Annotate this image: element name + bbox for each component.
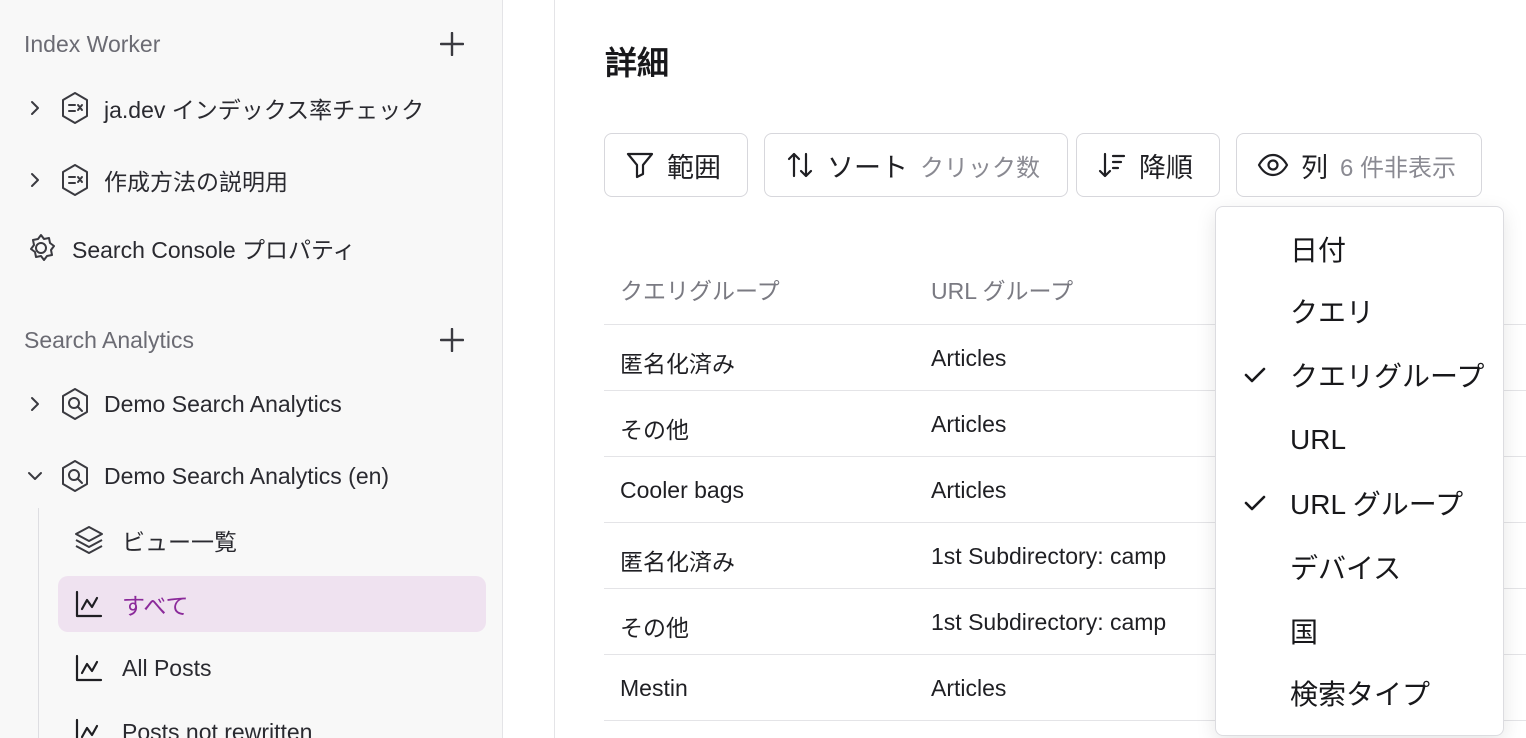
sidebar-item-views[interactable]: ビュー一覧 bbox=[72, 518, 237, 562]
chevron-down-icon[interactable] bbox=[24, 465, 46, 487]
column-header-url-group[interactable]: URL グループ bbox=[931, 272, 1073, 306]
sidebar-item-label: All Posts bbox=[122, 654, 212, 681]
cell-query-group: その他 bbox=[620, 417, 689, 443]
columns-button[interactable]: 列 6 件非表示 bbox=[1236, 133, 1482, 197]
range-label: 範囲 bbox=[667, 152, 721, 183]
menu-item-label: 検索タイプ bbox=[1290, 679, 1431, 710]
menu-item-label: クエリグループ bbox=[1290, 361, 1485, 392]
cell-url-group: Articles bbox=[931, 675, 1007, 701]
column-header-query-group[interactable]: クエリグループ bbox=[620, 272, 780, 306]
menu-item-query[interactable]: クエリ bbox=[1216, 281, 1503, 341]
chevron-right-icon[interactable] bbox=[24, 169, 46, 191]
menu-item-query-group[interactable]: クエリグループ bbox=[1216, 345, 1503, 405]
hidden-count: 6 件非表示 bbox=[1340, 154, 1457, 182]
check-icon bbox=[1216, 494, 1290, 512]
sort-descending-icon bbox=[1097, 150, 1127, 180]
eye-icon bbox=[1257, 150, 1289, 180]
sort-value: クリック数 bbox=[920, 154, 1040, 182]
filter-icon bbox=[625, 150, 655, 180]
search-analytics-icon bbox=[58, 459, 92, 493]
search-analytics-header: Search Analytics bbox=[24, 320, 466, 360]
menu-item-label: URL bbox=[1290, 424, 1347, 455]
cell-url-group: 1st Subdirectory: camp bbox=[931, 609, 1167, 635]
main-divider bbox=[554, 0, 555, 738]
search-analytics-title: Search Analytics bbox=[24, 326, 195, 353]
cell-url-group: 1st Subdirectory: camp bbox=[931, 543, 1167, 569]
cell-query-group: 匿名化済み bbox=[620, 549, 735, 575]
sidebar-item-search-console[interactable]: Search Console プロパティ bbox=[24, 226, 356, 270]
sort-arrows-icon bbox=[785, 150, 815, 180]
sidebar-item-label: Demo Search Analytics bbox=[104, 390, 342, 417]
columns-label: 列 bbox=[1301, 152, 1328, 183]
plus-icon bbox=[440, 32, 464, 56]
menu-item-date[interactable]: 日付 bbox=[1216, 219, 1503, 279]
search-analytics-icon bbox=[58, 387, 92, 421]
order-button[interactable]: 降順 bbox=[1076, 133, 1220, 197]
sidebar-item-label: ja.dev インデックス率チェック bbox=[104, 97, 425, 123]
range-button[interactable]: 範囲 bbox=[604, 133, 748, 197]
sidebar-item-demo-sa-en[interactable]: Demo Search Analytics (en) bbox=[24, 454, 389, 498]
menu-item-label: デバイス bbox=[1290, 553, 1402, 584]
sidebar: Index Worker ja.dev インデックス率チェック 作成方法の説明用… bbox=[0, 0, 503, 738]
cell-query-group: Mestin bbox=[620, 675, 688, 701]
cell-url-group: Articles bbox=[931, 345, 1007, 371]
menu-item-country[interactable]: 国 bbox=[1216, 601, 1503, 661]
check-icon bbox=[1216, 366, 1290, 384]
sort-label: ソート bbox=[827, 152, 908, 183]
sidebar-item-label: ビュー一覧 bbox=[122, 529, 237, 555]
add-search-analytics-button[interactable] bbox=[438, 326, 466, 354]
index-check-icon bbox=[58, 91, 92, 125]
menu-item-url-group[interactable]: URL グループ bbox=[1216, 473, 1503, 533]
sidebar-item-demo-sa[interactable]: Demo Search Analytics bbox=[24, 382, 342, 426]
menu-item-label: 国 bbox=[1290, 617, 1319, 648]
chevron-right-icon[interactable] bbox=[24, 393, 46, 415]
cell-url-group: Articles bbox=[931, 411, 1007, 437]
menu-item-label: URL グループ bbox=[1290, 489, 1464, 520]
line-chart-icon bbox=[72, 587, 106, 621]
sidebar-item-label: Demo Search Analytics (en) bbox=[104, 462, 390, 489]
sidebar-item-howto[interactable]: 作成方法の説明用 bbox=[24, 158, 288, 202]
sidebar-item-all-posts[interactable]: All Posts bbox=[72, 646, 211, 690]
menu-item-search-type[interactable]: 検索タイプ bbox=[1216, 663, 1503, 723]
menu-item-url[interactable]: URL bbox=[1216, 410, 1503, 470]
sidebar-item-all[interactable]: すべて bbox=[72, 582, 188, 626]
order-label: 降順 bbox=[1139, 152, 1193, 183]
gear-icon bbox=[24, 231, 58, 265]
cell-query-group: その他 bbox=[620, 615, 689, 641]
sidebar-item-label: すべて bbox=[122, 593, 189, 619]
chevron-right-icon[interactable] bbox=[24, 97, 46, 119]
sidebar-item-ja-dev[interactable]: ja.dev インデックス率チェック bbox=[24, 86, 424, 130]
sidebar-item-posts-not-rewritten[interactable]: Posts not rewritten bbox=[72, 710, 312, 738]
cell-query-group: 匿名化済み bbox=[620, 351, 735, 377]
columns-menu: 日付 クエリ クエリグループ URL URL グループ デバイス 国 検索タイプ bbox=[1215, 206, 1504, 736]
add-index-worker-button[interactable] bbox=[438, 30, 466, 58]
page-title: 詳細 bbox=[605, 45, 670, 81]
sidebar-item-label: 作成方法の説明用 bbox=[104, 169, 288, 195]
cell-query-group: Cooler bags bbox=[620, 477, 745, 503]
index-worker-title: Index Worker bbox=[24, 30, 161, 57]
menu-item-label: 日付 bbox=[1290, 235, 1347, 266]
menu-item-device[interactable]: デバイス bbox=[1216, 537, 1503, 597]
index-worker-header: Index Worker bbox=[24, 24, 466, 64]
line-chart-icon bbox=[72, 715, 106, 738]
sidebar-item-label: Search Console プロパティ bbox=[72, 237, 356, 263]
plus-icon bbox=[440, 328, 464, 352]
menu-item-label: クエリ bbox=[1290, 297, 1375, 328]
subtree-divider bbox=[38, 508, 39, 738]
layers-icon bbox=[72, 523, 106, 557]
cell-url-group: Articles bbox=[931, 477, 1007, 503]
index-check-icon bbox=[58, 163, 92, 197]
sort-button[interactable]: ソート クリック数 bbox=[764, 133, 1068, 197]
sidebar-item-label: Posts not rewritten bbox=[122, 718, 313, 738]
line-chart-icon bbox=[72, 651, 106, 685]
